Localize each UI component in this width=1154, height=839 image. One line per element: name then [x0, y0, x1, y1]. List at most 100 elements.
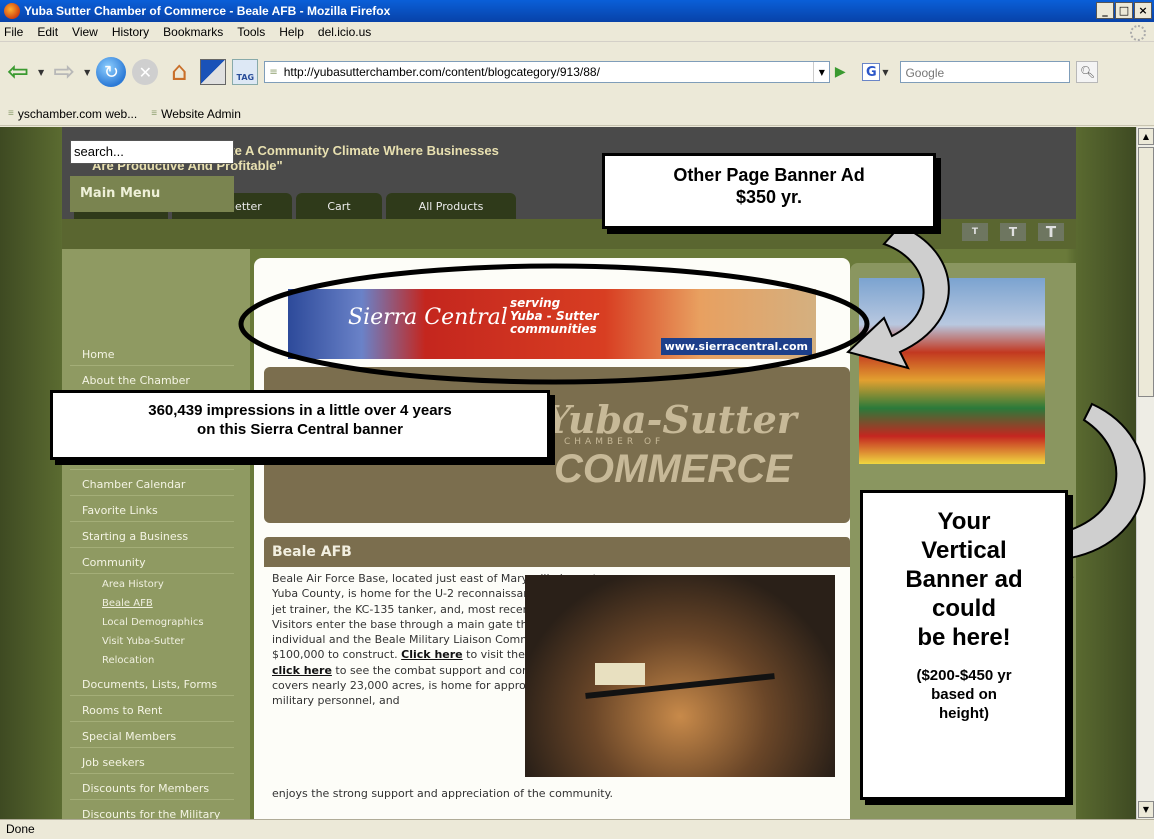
bookmark-icon: ≡ — [8, 108, 14, 119]
url-dropdown-icon[interactable]: ▼ — [813, 62, 829, 82]
callout-impressions-line-1: 360,439 impressions in a little over 4 y… — [148, 402, 452, 419]
scroll-thumb[interactable] — [1138, 147, 1154, 397]
menu-item-starting-business[interactable]: Starting a Business — [70, 524, 234, 548]
menu-item-home[interactable]: Home — [70, 342, 234, 366]
vertical-scrollbar[interactable]: ▲ ▼ — [1136, 127, 1154, 819]
maximize-button[interactable]: □ — [1115, 2, 1133, 19]
main-menu-heading: Main Menu — [70, 176, 234, 212]
menu-item-links[interactable]: Favorite Links — [70, 498, 234, 522]
tab-cart[interactable]: Cart — [296, 193, 382, 219]
menu-item-special-members[interactable]: Special Members — [70, 724, 234, 748]
url-bar[interactable]: ≡ http://yubasutterchamber.com/content/b… — [264, 61, 831, 83]
menu-history[interactable]: History — [112, 25, 149, 39]
navigation-toolbar: ⇦ ▼ ⇨ ▼ ↻ ✕ ⌂ TAG ≡ http://yubasuttercha… — [0, 42, 1154, 102]
forward-dropdown-icon[interactable]: ▼ — [84, 68, 90, 77]
callout-price-1: ($200-$450 yr — [916, 667, 1012, 684]
callout-vertical-1: Your — [937, 508, 991, 535]
site-search-input[interactable]: search... — [70, 140, 234, 164]
callout-vertical-4: could — [932, 595, 996, 622]
impressions-callout: 360,439 impressions in a little over 4 y… — [50, 390, 550, 460]
callout-impressions-line-2: on this Sierra Central banner — [197, 421, 403, 438]
search-engine-box: G ▼ Google 🔍︎ — [862, 61, 1099, 83]
callout-vertical-2: Vertical — [921, 537, 1007, 564]
status-bar: Done — [0, 819, 1154, 839]
callout-price: ($200-$450 yr based on height) — [863, 666, 1065, 723]
url-text[interactable]: http://yubasutterchamber.com/content/blo… — [284, 65, 600, 79]
search-icon[interactable]: 🔍︎ — [1076, 61, 1099, 83]
submenu-item-beale-afb[interactable]: Beale AFB — [92, 598, 232, 616]
tab-all-products[interactable]: All Products — [386, 193, 516, 219]
bookmark-label: yschamber.com web... — [17, 106, 138, 121]
stop-button[interactable]: ✕ — [132, 59, 159, 85]
gadget-icon[interactable] — [200, 59, 227, 85]
callout-other-line-2: $350 yr. — [735, 187, 803, 207]
truck-shape — [595, 663, 645, 685]
menu-bar: File Edit View History Bookmarks Tools H… — [0, 22, 1154, 42]
back-button[interactable]: ⇦ — [4, 56, 32, 88]
banner-tag-2: Yuba - Sutter — [510, 309, 599, 323]
menu-tools[interactable]: Tools — [237, 25, 265, 39]
sierra-central-banner[interactable]: Sierra Central serving Yuba - Sutter com… — [288, 289, 816, 359]
menu-item-rooms[interactable]: Rooms to Rent — [70, 698, 234, 722]
submenu-item-demographics[interactable]: Local Demographics — [92, 617, 232, 635]
text-size-small-button[interactable]: T — [962, 223, 988, 241]
search-engine-icon[interactable]: G — [862, 63, 881, 81]
callout-other-line-1: Other Page Banner Ad — [673, 165, 865, 185]
menu-item-military-discounts[interactable]: Discounts for the Military — [70, 802, 234, 819]
scroll-up-icon[interactable]: ▲ — [1138, 128, 1154, 145]
scroll-down-icon[interactable]: ▼ — [1138, 801, 1154, 818]
text-size-large-button[interactable]: T — [1038, 223, 1064, 241]
click-here-link-combat[interactable]: click here — [272, 664, 332, 677]
bookmark-icon: ≡ — [151, 108, 158, 119]
search-engine-dropdown-icon[interactable]: ▼ — [882, 68, 888, 77]
callout-price-3: height) — [939, 705, 989, 722]
window-title: Yuba Sutter Chamber of Commerce - Beale … — [24, 4, 391, 18]
text-size-medium-button[interactable]: T — [1000, 223, 1026, 241]
minimize-button[interactable]: _ — [1096, 2, 1114, 19]
menu-edit[interactable]: Edit — [37, 25, 58, 39]
menu-item-job-seekers[interactable]: Job seekers — [70, 750, 234, 774]
menu-view[interactable]: View — [72, 25, 98, 39]
window-titlebar: Yuba Sutter Chamber of Commerce - Beale … — [0, 0, 1154, 22]
throbber-icon — [1130, 25, 1146, 41]
firefox-icon — [4, 3, 20, 19]
banner-logo: Sierra Central — [348, 305, 508, 330]
submenu-item-relocation[interactable]: Relocation — [92, 655, 232, 673]
tag-button[interactable]: TAG — [232, 59, 259, 85]
menu-item-documents[interactable]: Documents, Lists, Forms — [70, 672, 234, 696]
submenu-item-visit[interactable]: Visit Yuba-Sutter — [92, 636, 232, 654]
reload-button[interactable]: ↻ — [96, 57, 127, 87]
site-favicon: ≡ — [269, 66, 278, 78]
back-dropdown-icon[interactable]: ▼ — [38, 68, 44, 77]
callout-vertical-3: Banner ad — [905, 566, 1023, 593]
article-title: Beale AFB — [264, 537, 850, 567]
banner-tagline: serving Yuba - Sutter communities — [510, 297, 599, 336]
bookmark-yschamber[interactable]: ≡ yschamber.com web... — [8, 107, 137, 121]
menu-item-about[interactable]: About the Chamber — [70, 368, 234, 392]
menu-item-calendar[interactable]: Chamber Calendar — [70, 472, 234, 496]
search-input[interactable]: Google — [900, 61, 1071, 83]
logo-yuba-sutter: Yuba-Sutter — [544, 397, 797, 442]
banner-tag-3: communities — [510, 322, 597, 336]
forward-button[interactable]: ⇨ — [50, 56, 78, 88]
submenu-item-area-history[interactable]: Area History — [92, 579, 232, 597]
menu-delicious[interactable]: del.icio.us — [318, 25, 371, 39]
menu-item-community[interactable]: Community — [70, 550, 234, 574]
menu-bookmarks[interactable]: Bookmarks — [163, 25, 223, 39]
window-controls: _ □ × — [1096, 2, 1152, 19]
go-button[interactable]: ▶ — [830, 56, 850, 88]
dragon-dance-photo — [859, 278, 1045, 464]
menu-file[interactable]: File — [4, 25, 23, 39]
callout-price-2: based on — [931, 686, 997, 703]
other-banner-ad-callout: Other Page Banner Ad $350 yr. — [602, 153, 936, 229]
click-here-link-base[interactable]: Click here — [401, 648, 462, 661]
menu-item-member-discounts[interactable]: Discounts for Members — [70, 776, 234, 800]
logo-chamber-of: CHAMBER OF — [564, 437, 665, 447]
u2-aircraft-photo — [525, 575, 835, 777]
close-button[interactable]: × — [1134, 2, 1152, 19]
home-button[interactable]: ⌂ — [164, 56, 194, 88]
menu-help[interactable]: Help — [279, 25, 304, 39]
bookmark-website-admin[interactable]: ≡ Website Admin — [151, 107, 241, 121]
vertical-banner-callout: Your Vertical Banner ad could be here! (… — [860, 490, 1068, 800]
bookmark-label: Website Admin — [161, 106, 241, 121]
